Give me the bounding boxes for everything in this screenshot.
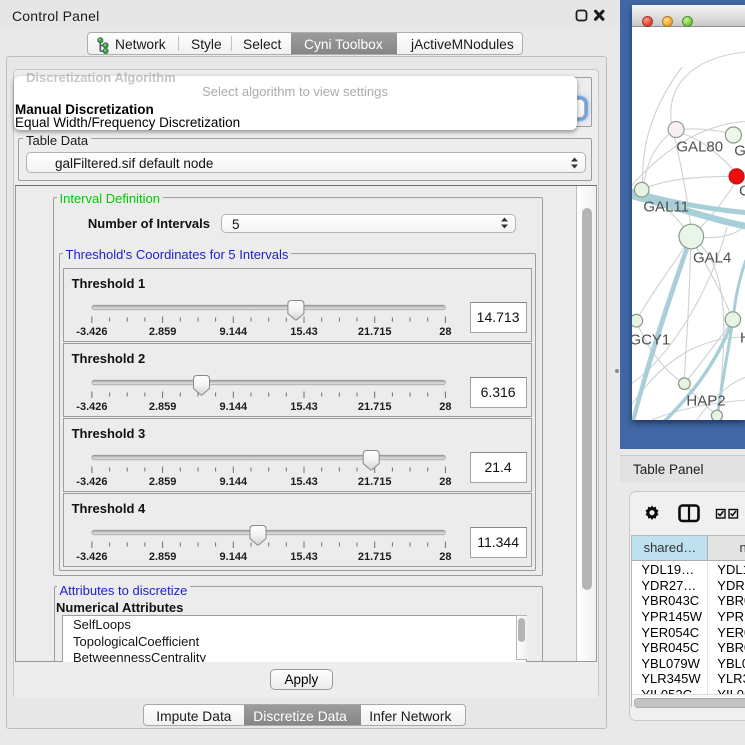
svg-text:GAL11: GAL11 [643, 199, 689, 216]
svg-text:28: 28 [439, 326, 451, 338]
svg-text:9.144: 9.144 [219, 551, 247, 563]
svg-text:15.43: 15.43 [290, 476, 318, 488]
svg-text:2.859: 2.859 [148, 476, 176, 488]
svg-text:G.: G. [734, 142, 745, 159]
svg-text:21.715: 21.715 [357, 326, 391, 338]
svg-text:21.715: 21.715 [357, 476, 391, 488]
svg-text:9.144: 9.144 [219, 476, 247, 488]
svg-text:-3.426: -3.426 [76, 326, 107, 338]
svg-text:21.715: 21.715 [357, 551, 391, 563]
svg-text:28: 28 [439, 401, 451, 413]
svg-text:28: 28 [439, 476, 451, 488]
svg-text:HAP2: HAP2 [686, 393, 725, 410]
svg-text:-3.426: -3.426 [76, 551, 107, 563]
svg-text:C: C [739, 182, 745, 199]
svg-text:9.144: 9.144 [219, 401, 247, 413]
svg-text:21.715: 21.715 [357, 401, 391, 413]
svg-text:GAL4: GAL4 [693, 249, 731, 266]
svg-text:9.144: 9.144 [219, 326, 247, 338]
svg-text:2.859: 2.859 [148, 551, 176, 563]
svg-text:2.859: 2.859 [148, 326, 176, 338]
svg-text:15.43: 15.43 [290, 326, 318, 338]
svg-text:GAL80: GAL80 [676, 139, 723, 156]
svg-text:-3.426: -3.426 [76, 476, 107, 488]
svg-text:H: H [740, 330, 745, 347]
svg-text:-3.426: -3.426 [76, 401, 107, 413]
svg-text:28: 28 [439, 551, 451, 563]
svg-text:15.43: 15.43 [290, 401, 318, 413]
svg-text:GCY1: GCY1 [632, 332, 670, 349]
svg-text:15.43: 15.43 [290, 551, 318, 563]
svg-text:2.859: 2.859 [148, 401, 176, 413]
